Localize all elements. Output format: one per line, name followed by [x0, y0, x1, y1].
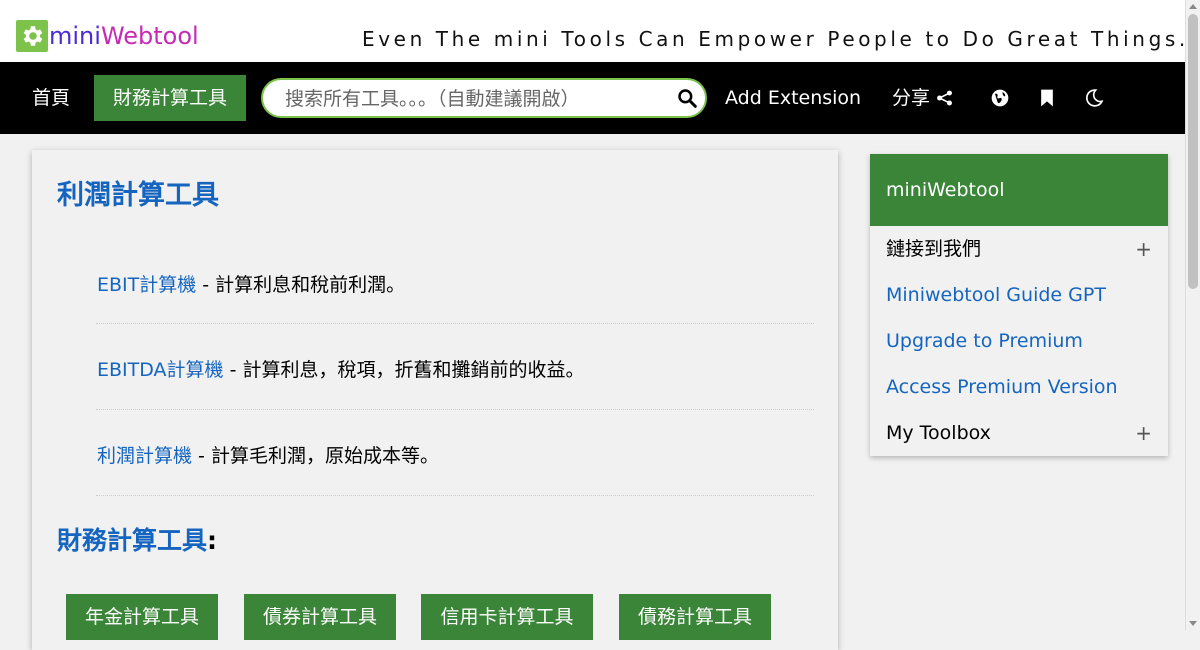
list-item: EBIT計算機 - 計算利息和稅前利潤。 [96, 239, 814, 324]
tool-link-ebit[interactable]: EBIT計算機 [96, 274, 196, 296]
logo-text: miniWebtool [49, 20, 199, 52]
sidebar-item-upgrade-premium[interactable]: Upgrade to Premium [870, 318, 1168, 364]
tool-description: - 計算利息，稅項，折舊和攤銷前的收益。 [223, 359, 585, 381]
scroll-up-icon[interactable] [1189, 4, 1197, 9]
site-tagline: Even The mini Tools Can Empower People t… [362, 27, 1189, 51]
main-navbar: 首頁 財務計算工具 Add Extension 分享 [0, 62, 1185, 134]
sidebar-item-link-to-us[interactable]: 鏈接到我們 + [870, 226, 1168, 272]
list-item: EBITDA計算機 - 計算利息，稅項，折舊和攤銷前的收益。 [96, 324, 814, 410]
site-header: miniWebtool Even The mini Tools Can Empo… [0, 0, 1185, 62]
sidebar-item-my-toolbox[interactable]: My Toolbox + [870, 410, 1168, 456]
bookmark-icon[interactable] [1037, 88, 1057, 108]
tool-description: - 計算毛利潤，原始成本等。 [192, 445, 439, 467]
section-title: 財務計算工具: [57, 521, 217, 557]
search-box [261, 78, 707, 118]
sidebar-title: miniWebtool [870, 154, 1168, 226]
sidebar-item-label: My Toolbox [886, 422, 991, 444]
category-button-bond[interactable]: 債券計算工具 [244, 594, 396, 640]
search-icon[interactable] [677, 88, 697, 108]
sidebar: miniWebtool 鏈接到我們 + Miniwebtool Guide GP… [870, 154, 1168, 456]
category-button-debt[interactable]: 債務計算工具 [619, 594, 771, 640]
add-extension-link[interactable]: Add Extension [725, 75, 861, 121]
moon-icon[interactable] [1084, 88, 1104, 108]
logo-text-webtool: Webtool [100, 22, 199, 50]
scroll-thumb[interactable] [1188, 14, 1198, 289]
category-button-credit-card[interactable]: 信用卡計算工具 [421, 594, 593, 640]
list-item: 利潤計算機 - 計算毛利潤，原始成本等。 [96, 410, 814, 496]
tool-link-ebitda[interactable]: EBITDA計算機 [96, 359, 224, 381]
category-button-annuity[interactable]: 年金計算工具 [66, 594, 218, 640]
nav-home-link[interactable]: 首頁 [32, 75, 70, 121]
share-icon [937, 90, 952, 106]
section-title-colon: : [207, 526, 218, 555]
gear-icon [16, 20, 48, 52]
plus-icon[interactable]: + [1135, 226, 1152, 272]
main-content-card: 利潤計算工具 EBIT計算機 - 計算利息和稅前利潤。 EBITDA計算機 - … [32, 150, 838, 650]
sidebar-item-guide-gpt[interactable]: Miniwebtool Guide GPT [870, 272, 1168, 318]
finance-tools-link[interactable]: 財務計算工具 [57, 526, 207, 555]
scroll-down-icon[interactable] [1189, 621, 1197, 626]
plus-icon[interactable]: + [1135, 410, 1152, 456]
search-input[interactable] [283, 80, 667, 118]
share-button[interactable]: 分享 [892, 75, 953, 121]
sidebar-item-label: 鏈接到我們 [886, 238, 982, 260]
tool-link-profit[interactable]: 利潤計算機 [96, 445, 192, 467]
tool-list: EBIT計算機 - 計算利息和稅前利潤。 EBITDA計算機 - 計算利息，稅項… [96, 239, 814, 496]
page-title: 利潤計算工具 [57, 180, 219, 211]
logo-text-mini: mini [49, 22, 101, 50]
nav-finance-tools-active[interactable]: 財務計算工具 [94, 75, 246, 121]
globe-icon[interactable] [990, 88, 1010, 108]
tool-description: - 計算利息和稅前利潤。 [196, 274, 406, 296]
site-logo[interactable]: miniWebtool [16, 20, 199, 52]
page-scrollbar[interactable] [1185, 0, 1200, 630]
sidebar-item-access-premium[interactable]: Access Premium Version [870, 364, 1168, 410]
share-label: 分享 [892, 87, 931, 109]
